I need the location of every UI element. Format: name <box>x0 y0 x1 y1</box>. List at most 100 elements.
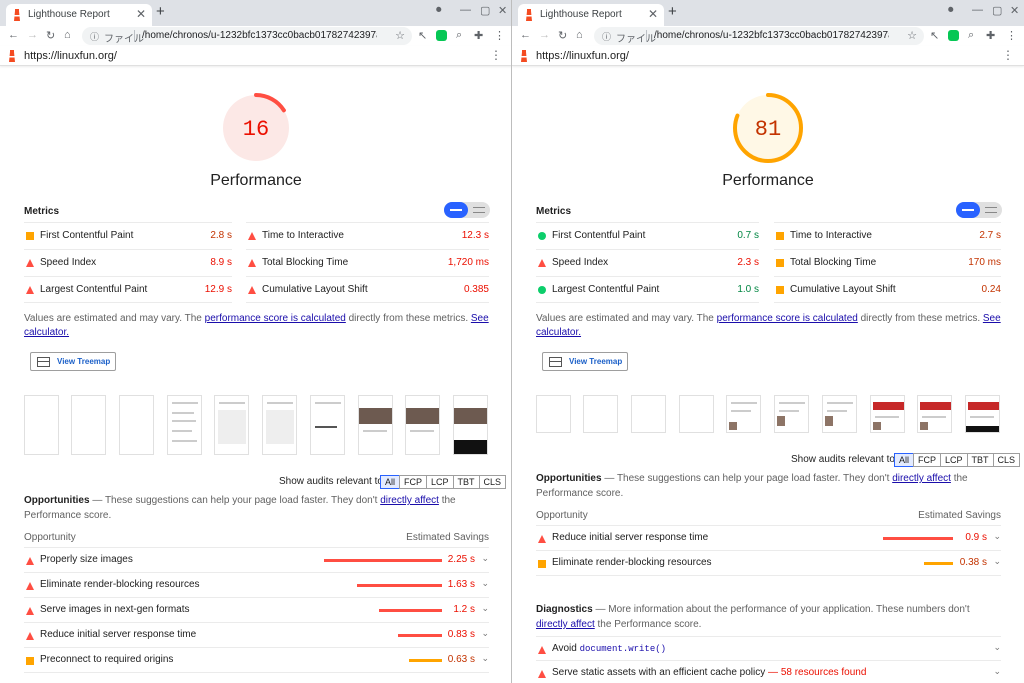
chevron-down-icon[interactable]: ⌄ <box>481 603 489 614</box>
view-treemap-button[interactable]: View Treemap <box>30 352 116 371</box>
tab-lighthouse-report[interactable]: Lighthouse Report ✕ <box>6 4 152 26</box>
fail-triangle-icon <box>538 259 546 267</box>
filmstrip-frame <box>262 395 297 455</box>
opportunity-row[interactable]: Eliminate render-blocking resources 0.38 … <box>536 551 1001 576</box>
opportunity-row[interactable]: Eliminate render-blocking resources 1.63 … <box>24 573 489 598</box>
bookmark-star-icon[interactable]: ☆ <box>907 29 917 42</box>
filter-chip-lcp[interactable]: LCP <box>940 453 968 467</box>
record-icon[interactable]: ⏺ <box>436 4 442 17</box>
chevron-down-icon[interactable]: ⌄ <box>481 578 489 589</box>
chevron-down-icon[interactable]: ⌄ <box>481 628 489 639</box>
omnibox-url[interactable]: /home/chronos/u-1232bfc1373cc0bacb017827… <box>142 30 377 41</box>
info-icon[interactable]: ⓘ <box>602 30 611 43</box>
minimize-icon[interactable]: — <box>972 4 983 16</box>
expanded-view-icon[interactable] <box>985 207 997 213</box>
line-extension-icon[interactable] <box>436 30 447 41</box>
home-icon[interactable]: ⌂ <box>576 29 583 41</box>
score-calculated-link[interactable]: performance score is calculated <box>717 313 858 324</box>
tab-lighthouse-report[interactable]: Lighthouse Report ✕ <box>518 4 664 26</box>
chevron-down-icon[interactable]: ⌄ <box>993 642 1001 653</box>
maximize-icon[interactable]: ▢ <box>480 4 490 17</box>
extensions-puzzle-icon[interactable]: ✚ <box>986 29 995 42</box>
filter-chip-tbt[interactable]: TBT <box>452 475 480 489</box>
filter-chip-tbt[interactable]: TBT <box>966 453 994 467</box>
tab-strip: Lighthouse Report ✕ + ⏺ — ▢ ✕ <box>0 0 511 26</box>
fail-triangle-icon <box>248 286 256 294</box>
treemap-label: View Treemap <box>569 357 623 366</box>
chevron-down-icon[interactable]: ⌄ <box>481 553 489 564</box>
browser-menu-icon[interactable]: ⋮ <box>494 29 505 42</box>
directly-affect-link[interactable]: directly affect <box>380 495 439 506</box>
opportunity-row[interactable]: Serve images in next-gen formats 1.2 s ⌄ <box>24 598 489 623</box>
chevron-down-icon[interactable]: ⌄ <box>993 556 1001 567</box>
browser-menu-icon[interactable]: ⋮ <box>1006 29 1017 42</box>
fail-triangle-icon <box>248 259 256 267</box>
note-text: directly from these metrics. <box>345 313 471 324</box>
opportunity-row[interactable]: Properly size images 2.25 s ⌄ <box>24 548 489 573</box>
diagnostic-label: Serve static assets with an efficient ca… <box>552 667 866 678</box>
filter-chip-cls[interactable]: CLS <box>478 475 507 489</box>
chevron-down-icon[interactable]: ⌄ <box>481 653 489 664</box>
opportunity-row[interactable]: Preconnect to required origins 0.63 s ⌄ <box>24 648 489 673</box>
diag-directly-affect-link[interactable]: directly affect <box>536 619 595 630</box>
forward-icon[interactable]: → <box>539 29 550 41</box>
translate-extension-icon[interactable]: ⌕ <box>456 29 462 42</box>
show-audits-label: Show audits relevant to: <box>791 454 898 465</box>
metrics-view-toggle[interactable] <box>956 202 1002 218</box>
diagnostic-row[interactable]: Avoid document.write() ⌄ <box>536 636 1001 661</box>
tab-close-icon[interactable]: ✕ <box>648 7 658 21</box>
minimize-icon[interactable]: — <box>460 4 471 16</box>
back-icon[interactable]: ← <box>8 29 19 41</box>
savings-bar <box>398 634 442 637</box>
cursor-extension-icon[interactable]: ↖ <box>418 29 427 42</box>
omnibox-url[interactable]: /home/chronos/u-1232bfc1373cc0bacb017827… <box>654 30 889 41</box>
cursor-extension-icon[interactable]: ↖ <box>930 29 939 42</box>
filter-chip-all[interactable]: All <box>380 475 401 489</box>
maximize-icon[interactable]: ▢ <box>992 4 1002 17</box>
window-close-icon[interactable]: ✕ <box>498 4 507 17</box>
window-close-icon[interactable]: ✕ <box>1010 4 1019 17</box>
translate-extension-icon[interactable]: ⌕ <box>968 29 974 42</box>
metrics-view-toggle[interactable] <box>444 202 490 218</box>
toggle-compact-view[interactable] <box>444 202 468 218</box>
fail-triangle-icon <box>26 259 34 267</box>
reload-icon[interactable]: ↻ <box>46 29 55 42</box>
filter-chip-fcp[interactable]: FCP <box>399 475 428 489</box>
filter-chip-lcp[interactable]: LCP <box>426 475 454 489</box>
forward-icon[interactable]: → <box>27 29 38 41</box>
tab-close-icon[interactable]: ✕ <box>136 7 146 21</box>
record-icon[interactable]: ⏺ <box>948 4 954 17</box>
info-icon[interactable]: ⓘ <box>90 30 99 43</box>
metric-value: 0.7 s <box>737 230 759 241</box>
expanded-view-icon[interactable] <box>473 207 485 213</box>
report-menu-icon[interactable]: ⋮ <box>1002 48 1014 62</box>
diagnostic-row[interactable]: Serve static assets with an efficient ca… <box>536 661 1001 683</box>
address-bar[interactable]: ⓘ ファイル /home/chronos/u-1232bfc1373cc0bac… <box>594 27 924 45</box>
compact-view-icon <box>450 209 462 211</box>
view-treemap-button[interactable]: View Treemap <box>542 352 628 371</box>
directly-affect-link[interactable]: directly affect <box>892 473 951 484</box>
tab-title: Lighthouse Report <box>540 9 622 20</box>
home-icon[interactable]: ⌂ <box>64 29 71 41</box>
filter-chip-all[interactable]: All <box>894 453 915 467</box>
toggle-compact-view[interactable] <box>956 202 980 218</box>
new-tab-icon[interactable]: + <box>668 3 677 20</box>
reload-icon[interactable]: ↻ <box>558 29 567 42</box>
filter-chip-fcp[interactable]: FCP <box>913 453 942 467</box>
bookmark-star-icon[interactable]: ☆ <box>395 29 405 42</box>
back-icon[interactable]: ← <box>520 29 531 41</box>
opportunity-row[interactable]: Reduce initial server response time 0.9 s… <box>536 526 1001 551</box>
score-calculated-link[interactable]: performance score is calculated <box>205 313 346 324</box>
line-extension-icon[interactable] <box>948 30 959 41</box>
omnibox-separator <box>646 30 647 42</box>
opportunity-row[interactable]: Reduce initial server response time 0.83 … <box>24 623 489 648</box>
filter-chip-cls[interactable]: CLS <box>992 453 1021 467</box>
address-bar[interactable]: ⓘ ファイル /home/chronos/u-1232bfc1373cc0bac… <box>82 27 412 45</box>
report-url: https://linuxfun.org/ <box>536 50 629 62</box>
filmstrip-frame <box>583 395 618 433</box>
new-tab-icon[interactable]: + <box>156 3 165 20</box>
report-menu-icon[interactable]: ⋮ <box>490 48 502 62</box>
chevron-down-icon[interactable]: ⌄ <box>993 666 1001 677</box>
extensions-puzzle-icon[interactable]: ✚ <box>474 29 483 42</box>
chevron-down-icon[interactable]: ⌄ <box>993 531 1001 542</box>
